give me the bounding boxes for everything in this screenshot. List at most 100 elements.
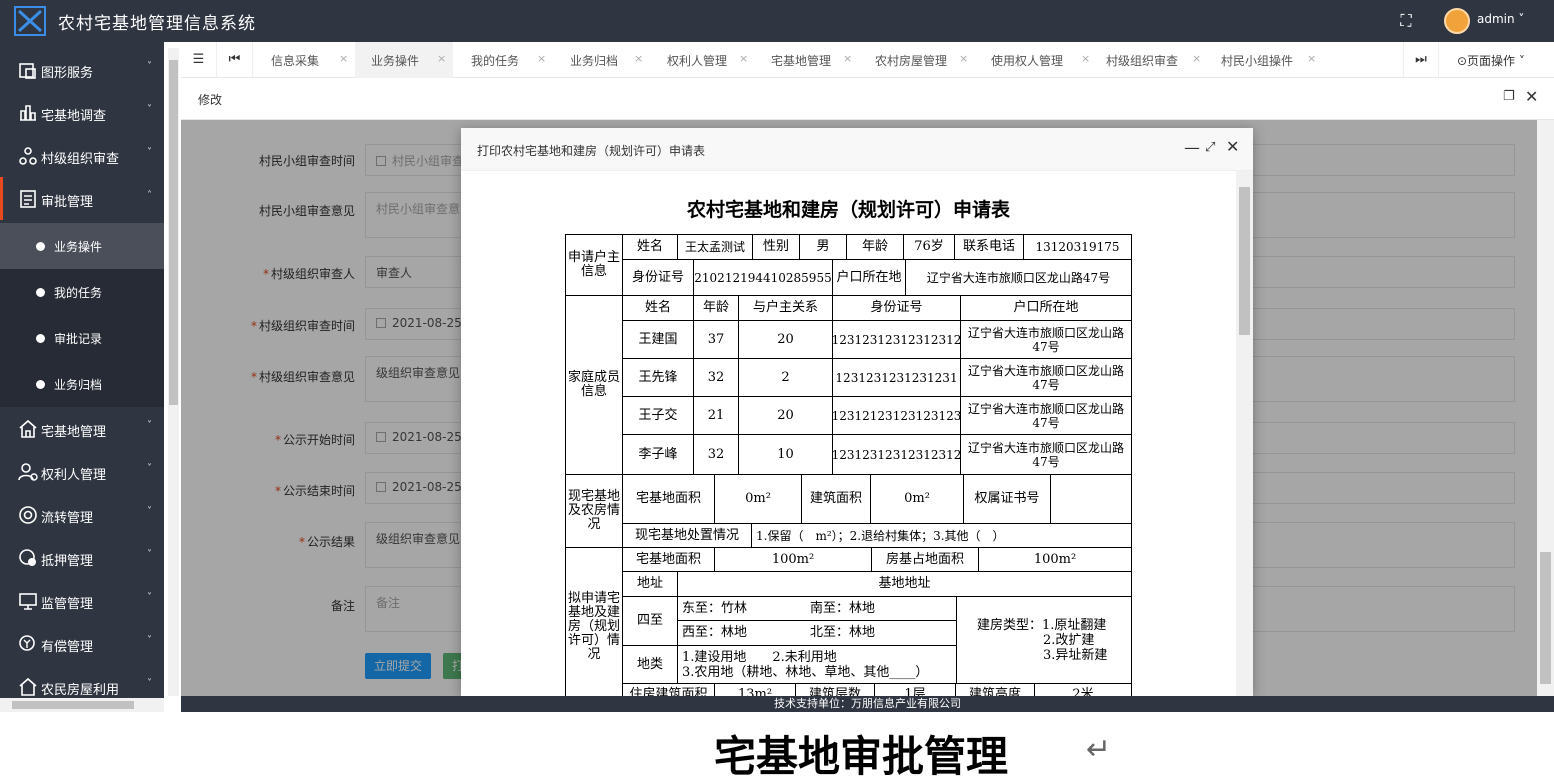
build-type-option: 3.异址新建 [1043,647,1108,663]
tab-village-review[interactable]: 村级组织审查 × [1106,42,1210,78]
sidebar-item-supervision[interactable]: 监管管理 ˅ [0,579,164,622]
table-cell: 权属证书号 [963,474,1051,524]
scrollbar-thumb[interactable] [169,60,178,405]
sidebar-item-label: 宅基地管理 [41,425,107,440]
sidebar-sub-item-archive[interactable]: 业务归档 [0,361,164,407]
tab-use-rights[interactable]: 使用权人管理 × [991,42,1099,78]
table-cell: 建筑层数 [795,683,875,696]
chevron-down-icon: ˅ [147,506,152,517]
dialog-scrollbar[interactable] [1236,171,1253,696]
close-icon[interactable]: × [1192,52,1201,65]
avatar[interactable] [1444,8,1470,34]
tab-info-collect[interactable]: 信息采集 × [271,42,351,78]
sidebar-sub-item-my-tasks[interactable]: 我的任务 [0,269,164,315]
close-icon[interactable]: × [339,52,348,65]
tab-villager-group[interactable]: 村民小组操件 × [1221,42,1325,78]
content-header: 修改 ❐ ✕ [181,78,1554,120]
close-icon[interactable]: ✕ [1226,137,1239,156]
sidebar-item-survey[interactable]: 宅基地调查 ˅ [0,91,164,134]
close-icon[interactable]: × [437,52,446,65]
close-icon[interactable]: × [1307,52,1316,65]
sidebar-item-label: 审批管理 [41,195,94,210]
close-icon[interactable]: × [959,52,968,65]
table-cell: 王先锋 [622,358,694,397]
chevron-down-icon: ˅ [147,463,152,474]
tab-scroll-left-icon[interactable]: ⏮ [217,42,253,78]
table-cell: 王子交 [622,396,694,435]
sidebar-sub-item-business[interactable]: 业务操件 [0,223,164,269]
sidebar-item-village-review[interactable]: 村级组织审查 ˅ [0,134,164,177]
table-cell: 12312312312312312 [832,434,961,475]
table-header-cell: 姓名 [622,295,694,321]
sidebar-horizontal-scrollbar[interactable] [0,698,164,712]
sidebar-item-mortgage[interactable]: 抵押管理 ˅ [0,536,164,579]
sidebar-sub-item-records[interactable]: 审批记录 [0,315,164,361]
content-scrollbar[interactable] [1537,120,1554,696]
table-cell: 地类 [622,645,678,684]
tab-scroll-right-icon[interactable]: ⏭ [1403,42,1439,78]
tab-label: 业务操件 [371,54,420,68]
sidebar-item-label: 图形服务 [41,66,94,81]
scrollbar-thumb[interactable] [1540,552,1551,684]
sidebar-item-homestead[interactable]: 宅基地管理 ˅ [0,407,164,450]
east-boundary: 东至：竹林 [682,600,748,616]
close-icon[interactable]: × [739,52,748,65]
table-cell: 1层 [874,683,956,696]
tab-archive[interactable]: 业务归档 × [570,42,650,78]
monitor-icon [19,593,37,610]
table-cell: 20 [738,320,833,359]
north-boundary: 北至：林地 [810,625,876,640]
table-cell: 2米 [1034,683,1132,696]
sidebar: 图形服务 ˅ 宅基地调查 ˅ 村级组织审查 ˅ 审批管理 ˄ 业务操件 我的任务… [0,42,164,712]
bullet-icon [36,288,45,297]
chevron-down-icon: ˅ [147,147,152,158]
tab-rights-holder[interactable]: 权利人管理 × [667,42,757,78]
table-cell: 13120319175 [1023,234,1132,260]
table-cell [1050,474,1132,524]
sidebar-item-approval[interactable]: 审批管理 ˄ [0,177,164,220]
build-type-line: 建房类型：1.原址翻建 [977,618,1106,633]
close-icon[interactable]: ✕ [1525,87,1538,106]
scrollbar-thumb[interactable] [1239,187,1250,335]
table-cell: 住房建筑面积 [622,683,715,696]
tab-label: 信息采集 [271,54,320,68]
tab-label: 使用权人管理 [991,54,1064,68]
sidebar-toggle-icon[interactable]: ☰ [181,42,217,78]
chevron-down-icon: ˅ [147,549,152,560]
table-cell: 西至：林地 北至：林地 [677,620,957,646]
tab-homestead[interactable]: 宅基地管理 × [771,42,861,78]
tab-label: 我的任务 [471,54,520,68]
sidebar-item-label: 农民房屋利用 [41,683,120,698]
chevron-down-icon: ˅ [147,104,152,115]
tab-business[interactable]: 业务操件 × [355,42,453,78]
bullet-icon [36,242,45,251]
close-icon[interactable]: × [537,52,546,65]
sidebar-item-rights-holder[interactable]: 权利人管理 ˅ [0,450,164,493]
page-operations-menu[interactable]: ⊙页面操作 ˅ [1457,52,1525,69]
user-menu[interactable]: admin ˅ [1477,12,1524,26]
tab-my-tasks[interactable]: 我的任务 × [471,42,551,78]
maximize-icon[interactable]: ⤢ [1205,140,1215,155]
sidebar-scrollbar[interactable] [168,48,179,696]
minimize-icon[interactable]: — [1184,138,1200,157]
restore-window-icon[interactable]: ❐ [1503,89,1515,104]
sidebar-item-transfer[interactable]: 流转管理 ˅ [0,493,164,536]
close-icon[interactable]: × [634,52,643,65]
sidebar-item-label: 审批记录 [54,332,103,346]
close-icon[interactable]: × [1081,52,1090,65]
scrollbar-thumb[interactable] [12,701,134,709]
close-icon[interactable]: × [843,52,852,65]
dialog-title: 打印农村宅基地和建房（规划许可）申请表 [477,144,706,158]
table-cell: 32 [693,434,739,475]
table-cell: 辽宁省大连市旅顺口区龙山路47号 [960,434,1132,475]
table-cell: 37 [693,320,739,359]
tab-label: 村级组织审查 [1106,54,1179,68]
sidebar-item-paid[interactable]: 有偿管理 ˅ [0,622,164,665]
fullscreen-icon[interactable]: ⛶ [1397,12,1415,30]
tab-farmhouse[interactable]: 农村房屋管理 × [875,42,980,78]
table-cell: 32 [693,358,739,397]
sidebar-item-graphics[interactable]: 图形服务 ˅ [0,48,164,91]
table-cell: 宅基地面积 [622,474,715,524]
table-cell: 建筑面积 [801,474,871,524]
table-cell: 男 [799,234,847,260]
